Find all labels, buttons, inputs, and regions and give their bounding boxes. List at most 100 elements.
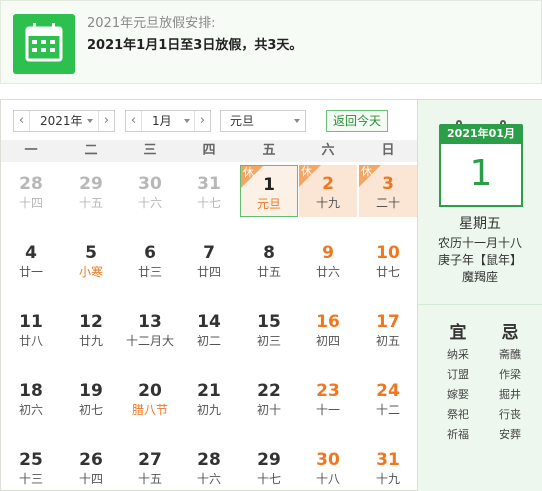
ji-item: 斋醮 bbox=[499, 348, 521, 361]
day-number: 16 bbox=[316, 312, 340, 332]
day-lunar: 初三 bbox=[256, 334, 281, 348]
calendar-day[interactable]: 15 初三 bbox=[240, 303, 298, 355]
month-select[interactable]: ‹ 1月 › bbox=[125, 110, 211, 132]
year-value: 2021年 bbox=[40, 114, 83, 128]
calendar-day[interactable]: 6 廿三 bbox=[121, 234, 179, 286]
weekday-header: 五 bbox=[262, 143, 276, 158]
yi-item: 祭祀 bbox=[447, 408, 469, 421]
day-number: 12 bbox=[79, 312, 103, 332]
panel-weekday: 星期五 bbox=[459, 216, 501, 232]
day-lunar: 十四 bbox=[78, 472, 103, 486]
day-lunar: 十一 bbox=[315, 403, 340, 417]
day-number: 19 bbox=[79, 381, 103, 401]
back-to-today-button[interactable]: 返回今天 bbox=[326, 110, 388, 132]
panel-divider bbox=[418, 304, 542, 305]
calendar-day[interactable]: 9 廿六 bbox=[299, 234, 357, 286]
day-lunar: 十七 bbox=[196, 196, 221, 210]
next-year-button[interactable]: › bbox=[98, 111, 114, 131]
weekday-header: 一 bbox=[24, 143, 38, 158]
calendar-day[interactable]: 14 初二 bbox=[180, 303, 238, 355]
calendar-day[interactable]: 21 初九 bbox=[180, 372, 238, 424]
calendar-day[interactable]: 18 初六 bbox=[2, 372, 60, 424]
day-lunar: 初九 bbox=[196, 403, 221, 417]
day-number: 15 bbox=[257, 312, 281, 332]
day-lunar: 十九 bbox=[315, 196, 340, 210]
weekday-header: 日 bbox=[381, 143, 395, 158]
calendar-day[interactable]: 24 十二 bbox=[359, 372, 417, 424]
calendar-day[interactable]: 29 十七 bbox=[240, 441, 298, 491]
day-lunar: 十六 bbox=[196, 472, 221, 486]
notice-detail: 2021年1月1日至3日放假，共3天。 bbox=[87, 38, 303, 53]
calendar-day[interactable]: 7 廿四 bbox=[180, 234, 238, 286]
calendar-day[interactable]: 30 十六 bbox=[121, 165, 179, 217]
day-number: 8 bbox=[263, 243, 275, 263]
calendar-day[interactable]: 休 2 十九 bbox=[299, 165, 357, 217]
day-number: 18 bbox=[19, 381, 43, 401]
day-lunar: 初四 bbox=[315, 334, 340, 348]
day-number: 31 bbox=[376, 450, 400, 470]
panel-constellation: 魔羯座 bbox=[461, 270, 498, 284]
yi-item: 祈福 bbox=[447, 428, 469, 441]
calendar-day[interactable]: 30 十八 bbox=[299, 441, 357, 491]
day-lunar: 十二月大 bbox=[125, 334, 174, 348]
day-lunar: 元旦 bbox=[256, 197, 281, 211]
day-number: 5 bbox=[85, 243, 97, 263]
calendar-day[interactable]: 12 廿九 bbox=[62, 303, 120, 355]
big-date-body: 1 bbox=[439, 144, 523, 207]
calendar-day[interactable]: 23 十一 bbox=[299, 372, 357, 424]
day-lunar: 初七 bbox=[78, 403, 103, 417]
next-month-button[interactable]: › bbox=[194, 111, 210, 131]
calendar-day[interactable]: 27 十五 bbox=[121, 441, 179, 491]
calendar-day[interactable]: 31 十七 bbox=[180, 165, 238, 217]
big-date-card: 2021年01月 1 bbox=[439, 120, 523, 207]
calendar-day[interactable]: 29 十五 bbox=[62, 165, 120, 217]
day-number: 9 bbox=[322, 243, 334, 263]
day-lunar: 十四 bbox=[18, 196, 43, 210]
calendar-day[interactable]: 28 十四 bbox=[2, 165, 60, 217]
calendar-day[interactable]: 休 1 元旦 bbox=[240, 165, 298, 217]
day-number: 20 bbox=[138, 381, 162, 401]
calendar-day[interactable]: 8 廿五 bbox=[240, 234, 298, 286]
holiday-select[interactable]: 元旦 bbox=[220, 110, 306, 132]
day-lunar: 初二 bbox=[196, 334, 221, 348]
calendar-day[interactable]: 5 小寒 bbox=[62, 234, 120, 286]
day-lunar: 廿一 bbox=[18, 265, 43, 279]
weekday-header: 六 bbox=[321, 143, 335, 158]
calendar-widget: ‹ 2021年 › ‹ 1月 › 元旦 返回今天 一 二 三 四 五 六 日 28 十四 29 十… bbox=[0, 99, 542, 491]
calendar-day[interactable]: 16 初四 bbox=[299, 303, 357, 355]
calendar-day[interactable]: 19 初七 bbox=[62, 372, 120, 424]
day-number: 7 bbox=[203, 243, 215, 263]
day-lunar: 十七 bbox=[256, 472, 281, 486]
year-select[interactable]: ‹ 2021年 › bbox=[13, 110, 115, 132]
prev-year-button[interactable]: ‹ bbox=[14, 111, 30, 131]
calendar-day[interactable]: 休 3 二十 bbox=[359, 165, 417, 217]
calendar-day[interactable]: 10 廿七 bbox=[359, 234, 417, 286]
day-number: 30 bbox=[138, 174, 162, 194]
chevron-down-icon bbox=[184, 119, 190, 123]
calendar-day[interactable]: 25 十三 bbox=[2, 441, 60, 491]
panel-lunar-date: 农历十一月十八 bbox=[437, 236, 522, 250]
calendar-day[interactable]: 11 廿八 bbox=[2, 303, 60, 355]
day-number: 31 bbox=[197, 174, 221, 194]
prev-month-button[interactable]: ‹ bbox=[126, 111, 142, 131]
calendar-day[interactable]: 26 十四 bbox=[62, 441, 120, 491]
panel-ganzhi-year: 庚子年【鼠年】 bbox=[437, 253, 522, 267]
day-lunar: 廿八 bbox=[18, 334, 43, 348]
calendar-day[interactable]: 17 初五 bbox=[359, 303, 417, 355]
day-lunar: 廿六 bbox=[315, 265, 340, 279]
day-lunar: 腊八节 bbox=[131, 403, 168, 417]
rest-badge-label: 休 bbox=[361, 165, 372, 178]
calendar-day[interactable]: 22 初十 bbox=[240, 372, 298, 424]
day-lunar: 初十 bbox=[256, 403, 281, 417]
chevron-down-icon bbox=[294, 119, 300, 123]
ji-title: 忌 bbox=[501, 323, 519, 343]
day-number: 21 bbox=[197, 381, 221, 401]
ji-column: 忌 斋醮 作梁 掘井 行丧 安葬 bbox=[488, 321, 532, 445]
day-lunar: 十八 bbox=[315, 472, 340, 486]
calendar-day[interactable]: 4 廿一 bbox=[2, 234, 60, 286]
calendar-day[interactable]: 13 十二月大 bbox=[121, 303, 179, 355]
calendar-day[interactable]: 20 腊八节 bbox=[121, 372, 179, 424]
calendar-day[interactable]: 31 十九 bbox=[359, 441, 417, 491]
calendar-day[interactable]: 28 十六 bbox=[180, 441, 238, 491]
day-lunar: 十二 bbox=[375, 403, 400, 417]
